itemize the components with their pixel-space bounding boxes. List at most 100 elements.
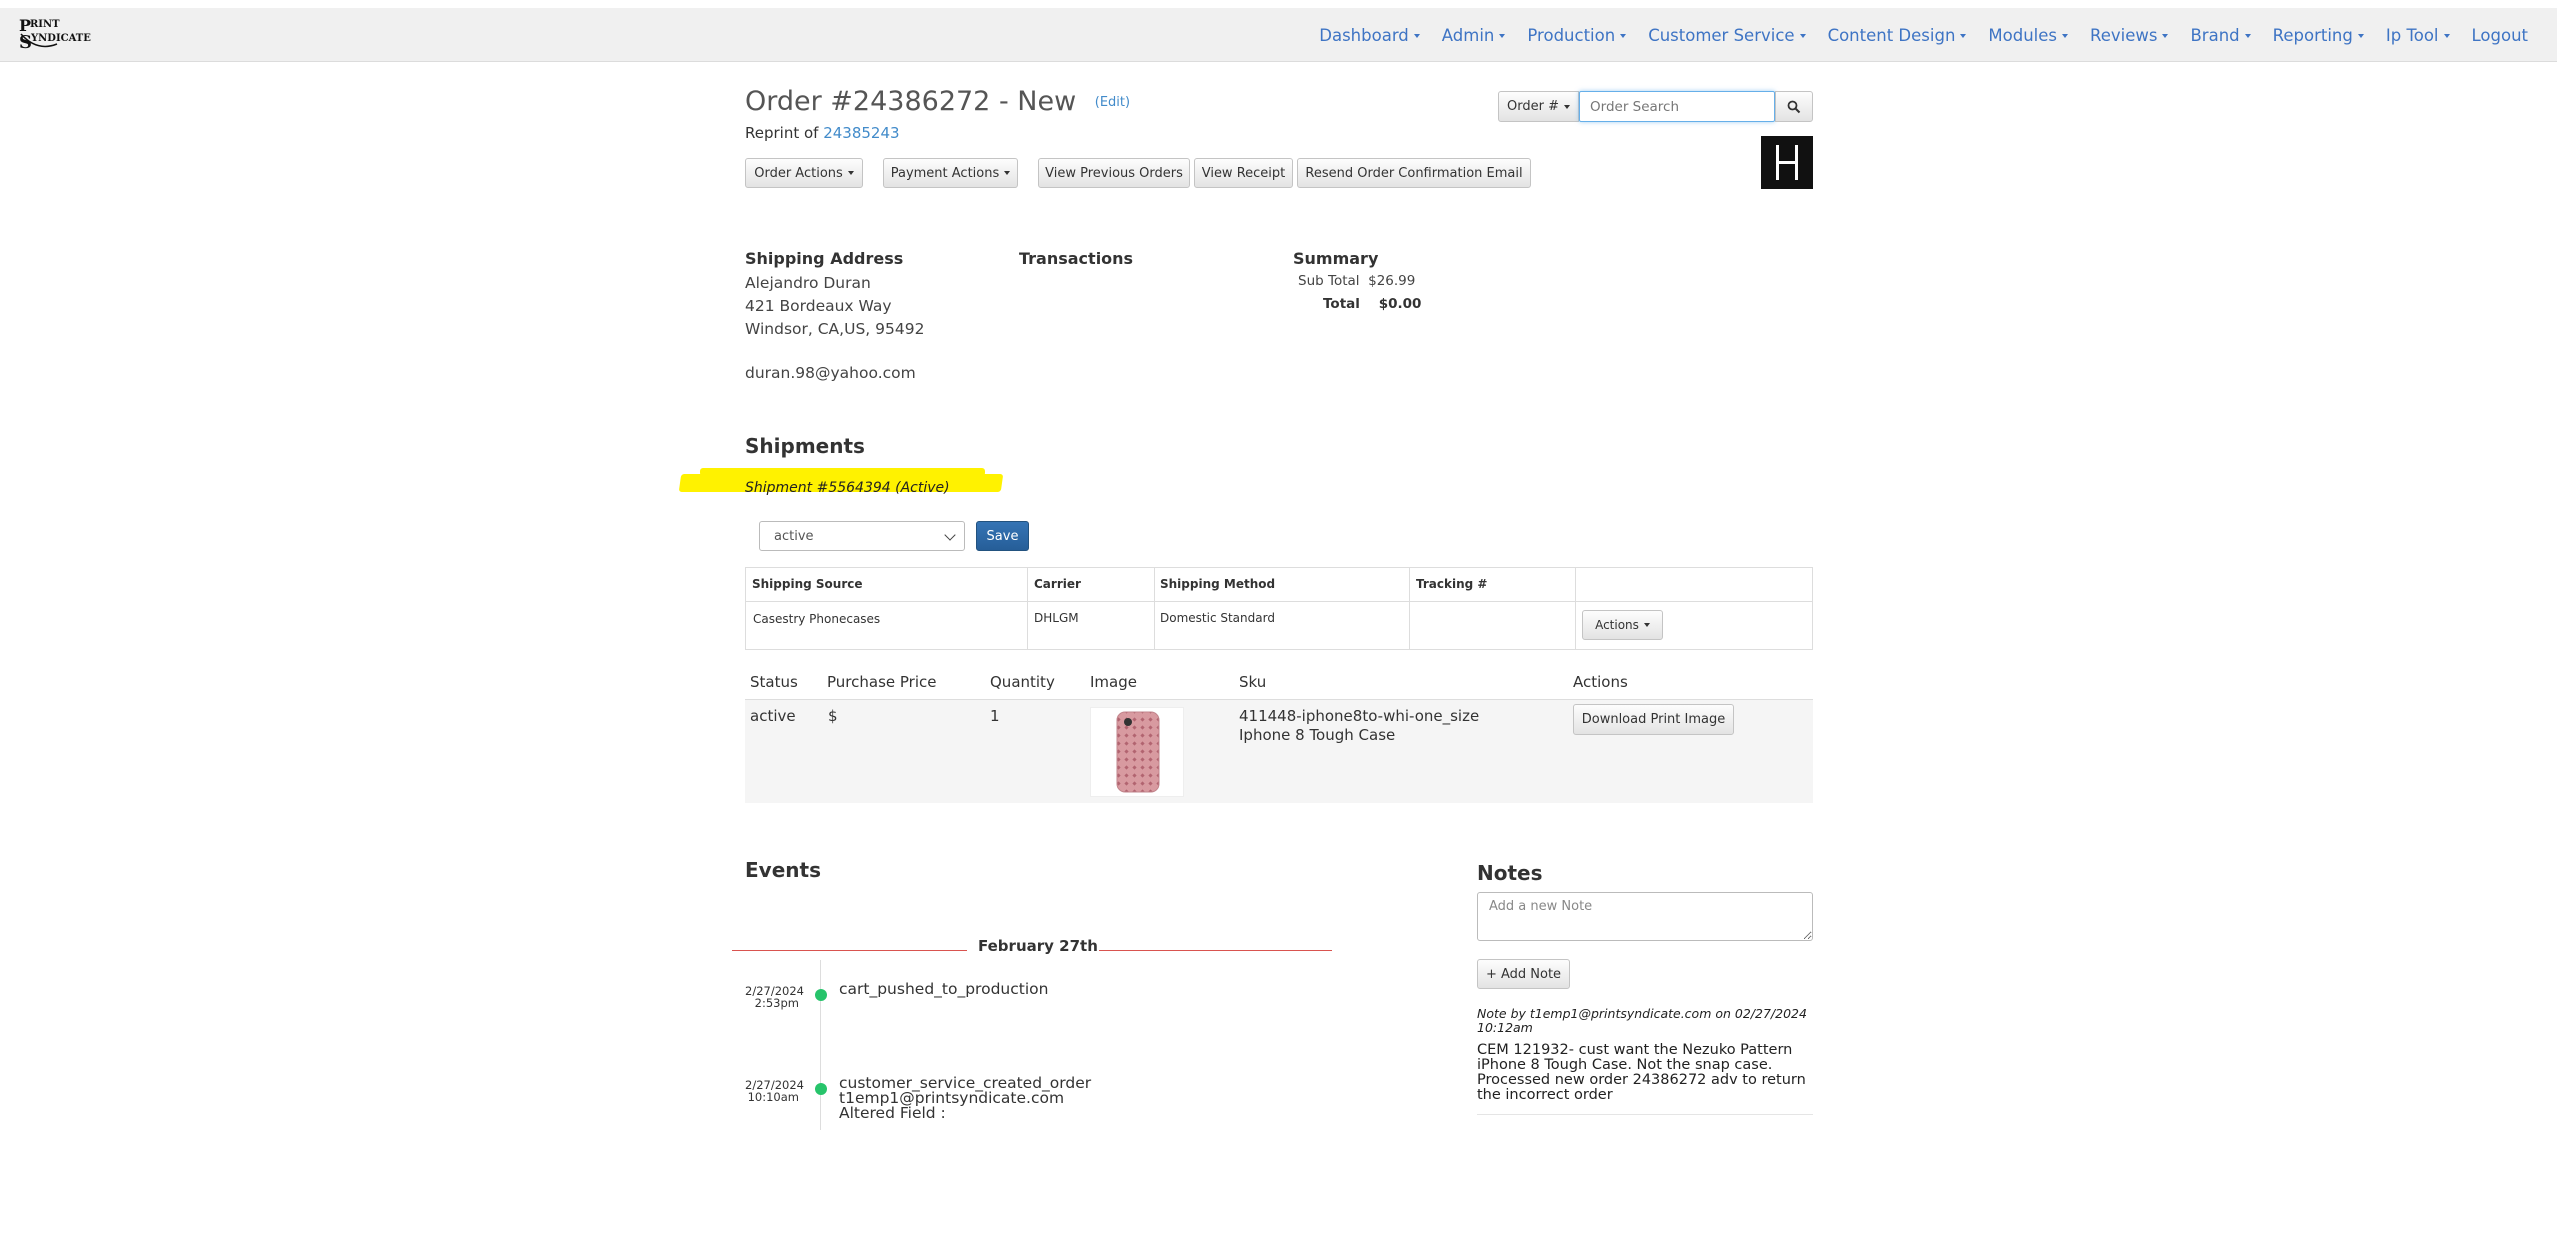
- item-quantity: 1: [990, 707, 1000, 725]
- order-page: Order #24386272 - New (Edit) Reprint of …: [678, 0, 1813, 1252]
- shipping-address: Shipping Address Alejandro Duran 421 Bor…: [745, 249, 924, 382]
- item-price: $: [828, 707, 838, 725]
- header-actions: Actions: [1573, 673, 1628, 691]
- order-actions-label: Order Actions: [754, 165, 843, 181]
- nav-item-label: Ip Tool: [2385, 25, 2439, 45]
- shipment-actions-label: Actions: [1595, 618, 1639, 632]
- shipping-table: Shipping Source Carrier Shipping Method …: [745, 567, 1813, 650]
- address-street: 421 Bordeaux Way: [745, 297, 892, 315]
- shipment-status-value: active: [774, 528, 814, 544]
- subtotal-label: Sub Total: [1298, 273, 1360, 289]
- shipment-status-select[interactable]: active: [759, 521, 965, 551]
- item-product-name: Iphone 8 Tough Case: [1239, 726, 1396, 744]
- caret-down-icon: [1960, 34, 1967, 38]
- download-print-image-button[interactable]: Download Print Image: [1573, 704, 1734, 735]
- nav-item-label: Reporting: [2272, 25, 2353, 45]
- transactions-heading: Transactions: [1019, 249, 1134, 268]
- subtotal-value: $26.99: [1368, 273, 1416, 289]
- caret-down-icon: [2062, 34, 2069, 38]
- print-syndicate-logo[interactable]: P RINT S YNDICATE: [17, 14, 95, 58]
- summary-heading: Summary: [1293, 249, 1379, 268]
- caret-down-icon: [2244, 34, 2251, 38]
- nav-item-logout[interactable]: Logout: [2461, 26, 2540, 45]
- shipment-label: Shipment #5564394 (Active): [745, 480, 950, 496]
- shipments-heading: Shipments: [745, 434, 865, 458]
- nav-item-content-design[interactable]: Content Design: [1817, 26, 1978, 45]
- header-status: Status: [750, 673, 798, 691]
- nav-item-modules[interactable]: Modules: [1977, 26, 2079, 45]
- cell-carrier: DHLGM: [1034, 611, 1079, 625]
- event-status-dot: [815, 989, 827, 1001]
- caret-down-icon: [1643, 623, 1650, 627]
- shipping-address-heading: Shipping Address: [745, 249, 904, 268]
- svg-text:YNDICATE: YNDICATE: [30, 33, 91, 44]
- resend-confirmation-button[interactable]: Resend Order Confirmation Email: [1297, 158, 1531, 188]
- search-icon: [1787, 100, 1801, 113]
- event-timestamp: 2/27/2024 10:10am: [745, 1079, 804, 1104]
- nav-item-reviews[interactable]: Reviews: [2079, 26, 2179, 45]
- date-divider: [1099, 950, 1332, 951]
- view-receipt-button[interactable]: View Receipt: [1194, 158, 1293, 188]
- reprint-info: Reprint of 24385243: [745, 124, 900, 142]
- event-time: 2:53pm: [754, 996, 799, 1010]
- view-previous-orders-button[interactable]: View Previous Orders: [1038, 158, 1190, 188]
- event-date-header: February 27th: [978, 937, 1098, 955]
- nav-item-label: Reviews: [2090, 25, 2158, 45]
- payment-actions-button[interactable]: Payment Actions: [883, 158, 1018, 188]
- phone-case-thumbnail: [1116, 711, 1160, 793]
- reprint-order-link[interactable]: 24385243: [823, 124, 899, 142]
- nav-item-label: Content Design: [1827, 25, 1956, 45]
- address-email: duran.98@yahoo.com: [745, 364, 916, 382]
- nav-item-brand[interactable]: Brand: [2179, 26, 2261, 45]
- notes-heading: Notes: [1477, 861, 1543, 885]
- table-divider: [746, 601, 1812, 602]
- summary-total: Total $0.00: [1323, 296, 1421, 312]
- caret-down-icon: [2162, 34, 2169, 38]
- address-name: Alejandro Duran: [745, 274, 871, 292]
- event-timestamp: 2/27/2024 2:53pm: [745, 985, 804, 1010]
- cell-shipping-method: Domestic Standard: [1160, 611, 1275, 625]
- order-search-input[interactable]: [1579, 91, 1775, 122]
- highlight-marker-top: [700, 468, 985, 476]
- header-purchase-price: Purchase Price: [827, 673, 937, 691]
- total-value: $0.00: [1378, 296, 1422, 312]
- order-title-text: Order #24386272 - New: [745, 86, 1077, 117]
- shipment-actions-button[interactable]: Actions: [1582, 610, 1663, 640]
- total-label: Total: [1323, 296, 1360, 312]
- reprint-prefix: Reprint of: [745, 124, 824, 142]
- search-button[interactable]: [1775, 91, 1813, 122]
- event-altered-field: Altered Field :: [839, 1104, 946, 1122]
- events-heading: Events: [745, 858, 821, 882]
- svg-text:RINT: RINT: [30, 19, 60, 30]
- event-time: 10:10am: [747, 1090, 799, 1104]
- nav-item-label: Brand: [2190, 25, 2240, 45]
- caret-down-icon: [2443, 34, 2450, 38]
- product-image: [1090, 707, 1184, 797]
- page-title: Order #24386272 - New (Edit): [745, 86, 1130, 117]
- save-shipment-button[interactable]: Save: [976, 521, 1029, 551]
- item-sku: 411448-iphone8to-whi-one_size: [1239, 707, 1480, 725]
- nav-item-ip-tool[interactable]: Ip Tool: [2375, 26, 2461, 45]
- item-status: active: [750, 707, 796, 725]
- nav-item-reporting[interactable]: Reporting: [2262, 26, 2375, 45]
- caret-down-icon: [1563, 104, 1570, 109]
- payment-actions-label: Payment Actions: [890, 165, 1000, 181]
- caret-down-icon: [1004, 171, 1011, 175]
- header-carrier: Carrier: [1034, 577, 1081, 591]
- header-shipping-method: Shipping Method: [1160, 577, 1276, 591]
- new-note-textarea[interactable]: [1477, 892, 1813, 941]
- header-image: Image: [1090, 673, 1137, 691]
- edit-order-link[interactable]: (Edit): [1095, 95, 1130, 110]
- search-type-dropdown[interactable]: Order #: [1498, 91, 1579, 122]
- search-type-label: Order #: [1507, 99, 1559, 114]
- order-actions-button[interactable]: Order Actions: [745, 158, 863, 188]
- table-divider: [1409, 568, 1410, 649]
- h-logo-icon: [1776, 145, 1798, 180]
- event-detail: customer_service_created_order t1emp1@pr…: [839, 1075, 1091, 1122]
- event-text: cart_pushed_to_production: [839, 980, 1049, 998]
- header-tracking: Tracking #: [1416, 577, 1488, 591]
- add-note-button[interactable]: + Add Note: [1477, 959, 1570, 989]
- nav-item-label: Modules: [1988, 25, 2058, 45]
- chevron-down-icon: [944, 529, 956, 541]
- caret-down-icon: [847, 171, 854, 175]
